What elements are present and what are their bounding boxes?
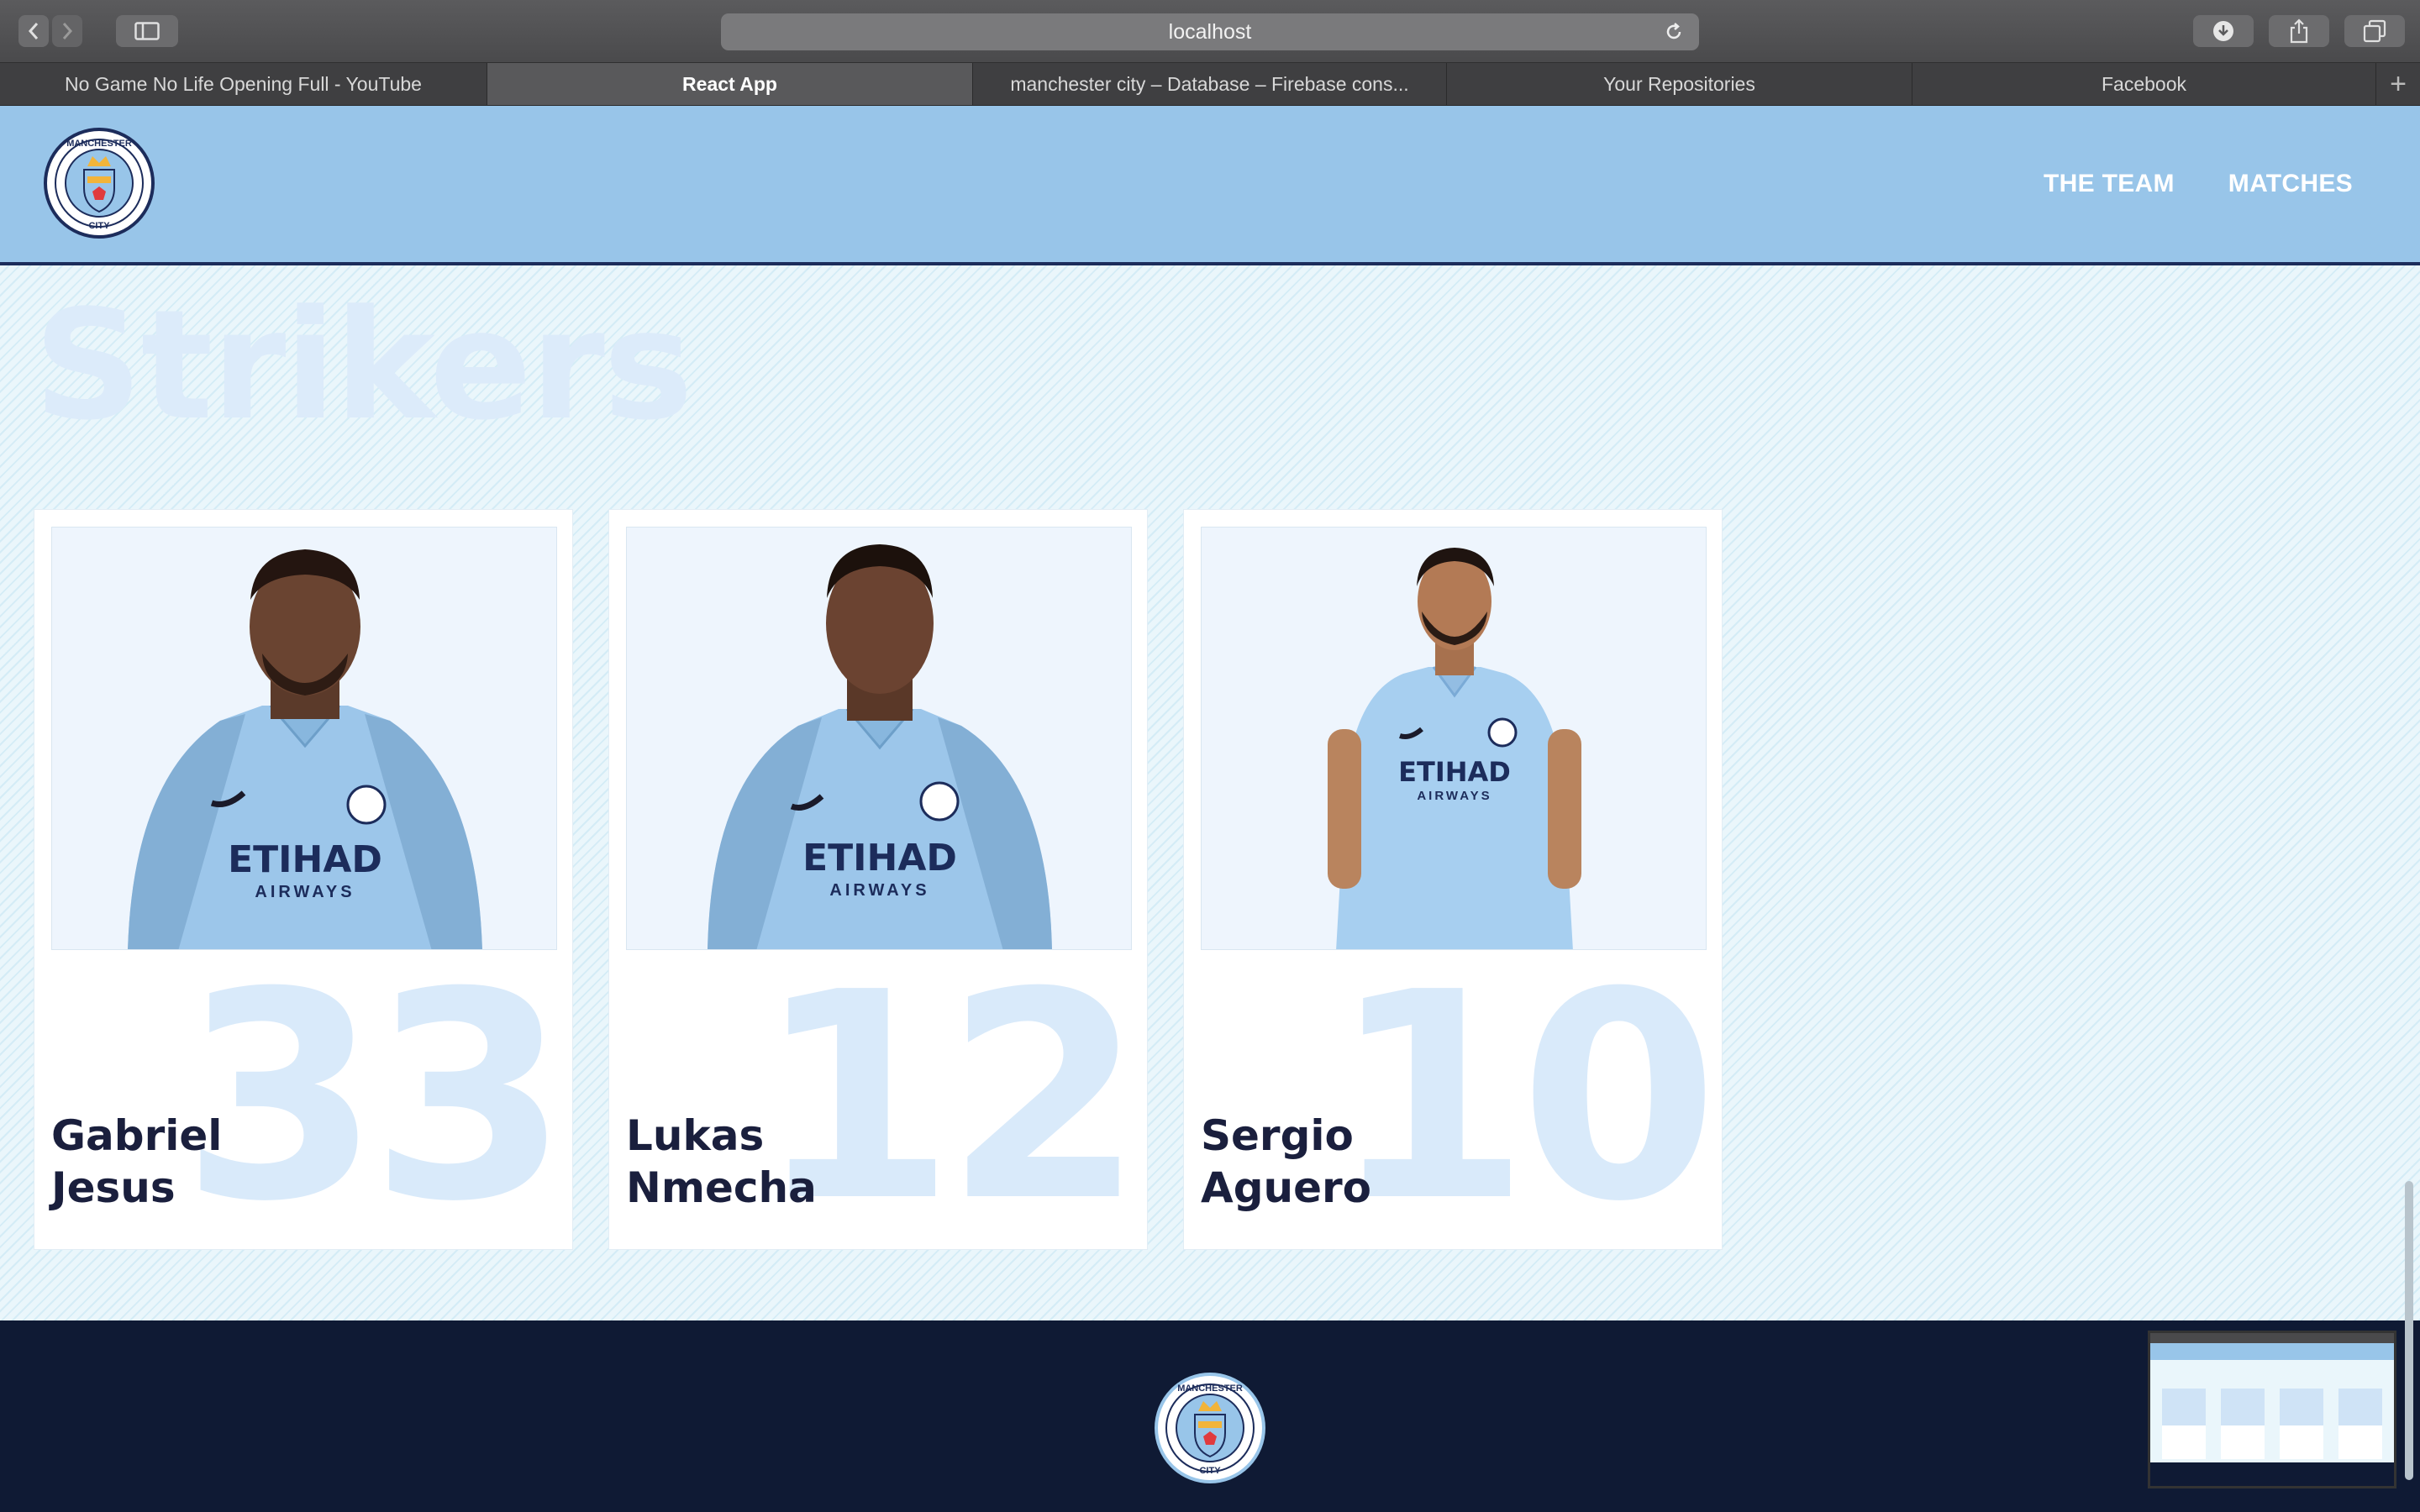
sidebar-icon <box>134 22 160 40</box>
back-button[interactable] <box>18 15 49 47</box>
player-photo: ETIHAD AIRWAYS <box>626 527 1132 950</box>
jersey-sponsor: ETIHAD <box>228 838 382 881</box>
player-photo: ETIHAD AIRWAYS <box>1201 527 1707 950</box>
tab-facebook[interactable]: Facebook <box>1912 63 2376 105</box>
downloads-button[interactable] <box>2193 15 2254 47</box>
nav-matches[interactable]: MATCHES <box>2228 170 2353 198</box>
player-first-name: Lukas <box>626 1111 765 1160</box>
jersey-sponsor-sub: AIRWAYS <box>829 881 929 900</box>
thumbnail-card <box>2280 1389 2323 1459</box>
player-name: Gabriel Jesus <box>51 1110 222 1214</box>
manchester-city-crest-icon[interactable]: MANCHESTER CITY <box>1155 1373 1265 1483</box>
crest-text-top: MANCHESTER <box>66 139 132 149</box>
browser-toolbar: localhost <box>0 0 2420 62</box>
crest-text-bottom: CITY <box>1199 1466 1221 1476</box>
thumbnail-toolbar <box>2150 1333 2394 1343</box>
jersey-sponsor-sub: AIRWAYS <box>1417 789 1491 803</box>
screenshot-thumbnail[interactable] <box>2148 1331 2396 1488</box>
forward-button[interactable] <box>52 15 82 47</box>
nav-the-team[interactable]: THE TEAM <box>2044 170 2175 198</box>
thumbnail-card <box>2221 1389 2265 1459</box>
player-card[interactable]: ETIHAD AIRWAYS 10 Sergio Aguero <box>1183 509 1723 1250</box>
forward-arrow-icon <box>62 23 73 39</box>
tab-firebase[interactable]: manchester city – Database – Firebase co… <box>973 63 1447 105</box>
thumbnail-card <box>2338 1389 2382 1459</box>
jersey-sponsor-sub: AIRWAYS <box>255 883 355 901</box>
crest-text-bottom: CITY <box>88 221 110 231</box>
player-last-name: Aguero <box>1201 1163 1372 1212</box>
download-icon <box>2213 21 2233 41</box>
url-text: localhost <box>1168 19 1252 44</box>
player-photo: ETIHAD AIRWAYS <box>51 527 557 950</box>
tab-strip: No Game No Life Opening Full - YouTube R… <box>0 62 2420 106</box>
player-first-name: Sergio <box>1201 1111 1354 1160</box>
thumbnail-header <box>2150 1343 2394 1360</box>
reload-icon[interactable] <box>1664 22 1684 42</box>
player-first-name: Gabriel <box>51 1111 223 1160</box>
tabs-overview-icon <box>2363 19 2386 43</box>
player-number: 10 <box>1330 932 1718 1264</box>
address-bar[interactable]: localhost <box>721 13 1699 50</box>
new-tab-button[interactable]: + <box>2376 63 2420 105</box>
thumbnail-card <box>2162 1389 2206 1459</box>
crest-text-top: MANCHESTER <box>1177 1383 1243 1394</box>
player-card[interactable]: ETIHAD AIRWAYS 33 Gabriel Jesus <box>34 509 573 1250</box>
player-card[interactable]: ETIHAD AIRWAYS 12 Lukas Nmecha <box>608 509 1148 1250</box>
tab-repositories[interactable]: Your Repositories <box>1447 63 1912 105</box>
player-last-name: Jesus <box>51 1163 176 1212</box>
player-last-name: Nmecha <box>626 1163 817 1212</box>
back-arrow-icon <box>28 23 39 39</box>
thumbnail-footer <box>2150 1462 2394 1486</box>
site-header: MANCHESTER CITY THE TEAM MATCHES <box>0 106 2420 265</box>
site-footer: MANCHESTER CITY <box>0 1320 2420 1512</box>
page-scrollbar[interactable] <box>2405 1181 2413 1480</box>
jersey-sponsor: ETIHAD <box>1398 756 1511 788</box>
share-button[interactable] <box>2269 15 2329 47</box>
tab-youtube[interactable]: No Game No Life Opening Full - YouTube <box>0 63 487 105</box>
sidebar-button[interactable] <box>116 15 178 47</box>
main-nav: THE TEAM MATCHES <box>2044 106 2353 262</box>
player-name: Sergio Aguero <box>1201 1110 1371 1214</box>
strikers-section: Strikers ETIHAD AIRWAYS 33 Gabriel Jesus <box>0 265 2420 1320</box>
section-title: Strikers <box>34 278 693 454</box>
jersey-sponsor: ETIHAD <box>802 837 957 879</box>
tabs-overview-button[interactable] <box>2344 15 2405 47</box>
manchester-city-crest-icon[interactable]: MANCHESTER CITY <box>44 128 155 239</box>
player-name: Lukas Nmecha <box>626 1110 817 1214</box>
player-number: 33 <box>181 932 569 1264</box>
share-icon <box>2290 18 2308 44</box>
tab-react-app[interactable]: React App <box>487 63 973 105</box>
